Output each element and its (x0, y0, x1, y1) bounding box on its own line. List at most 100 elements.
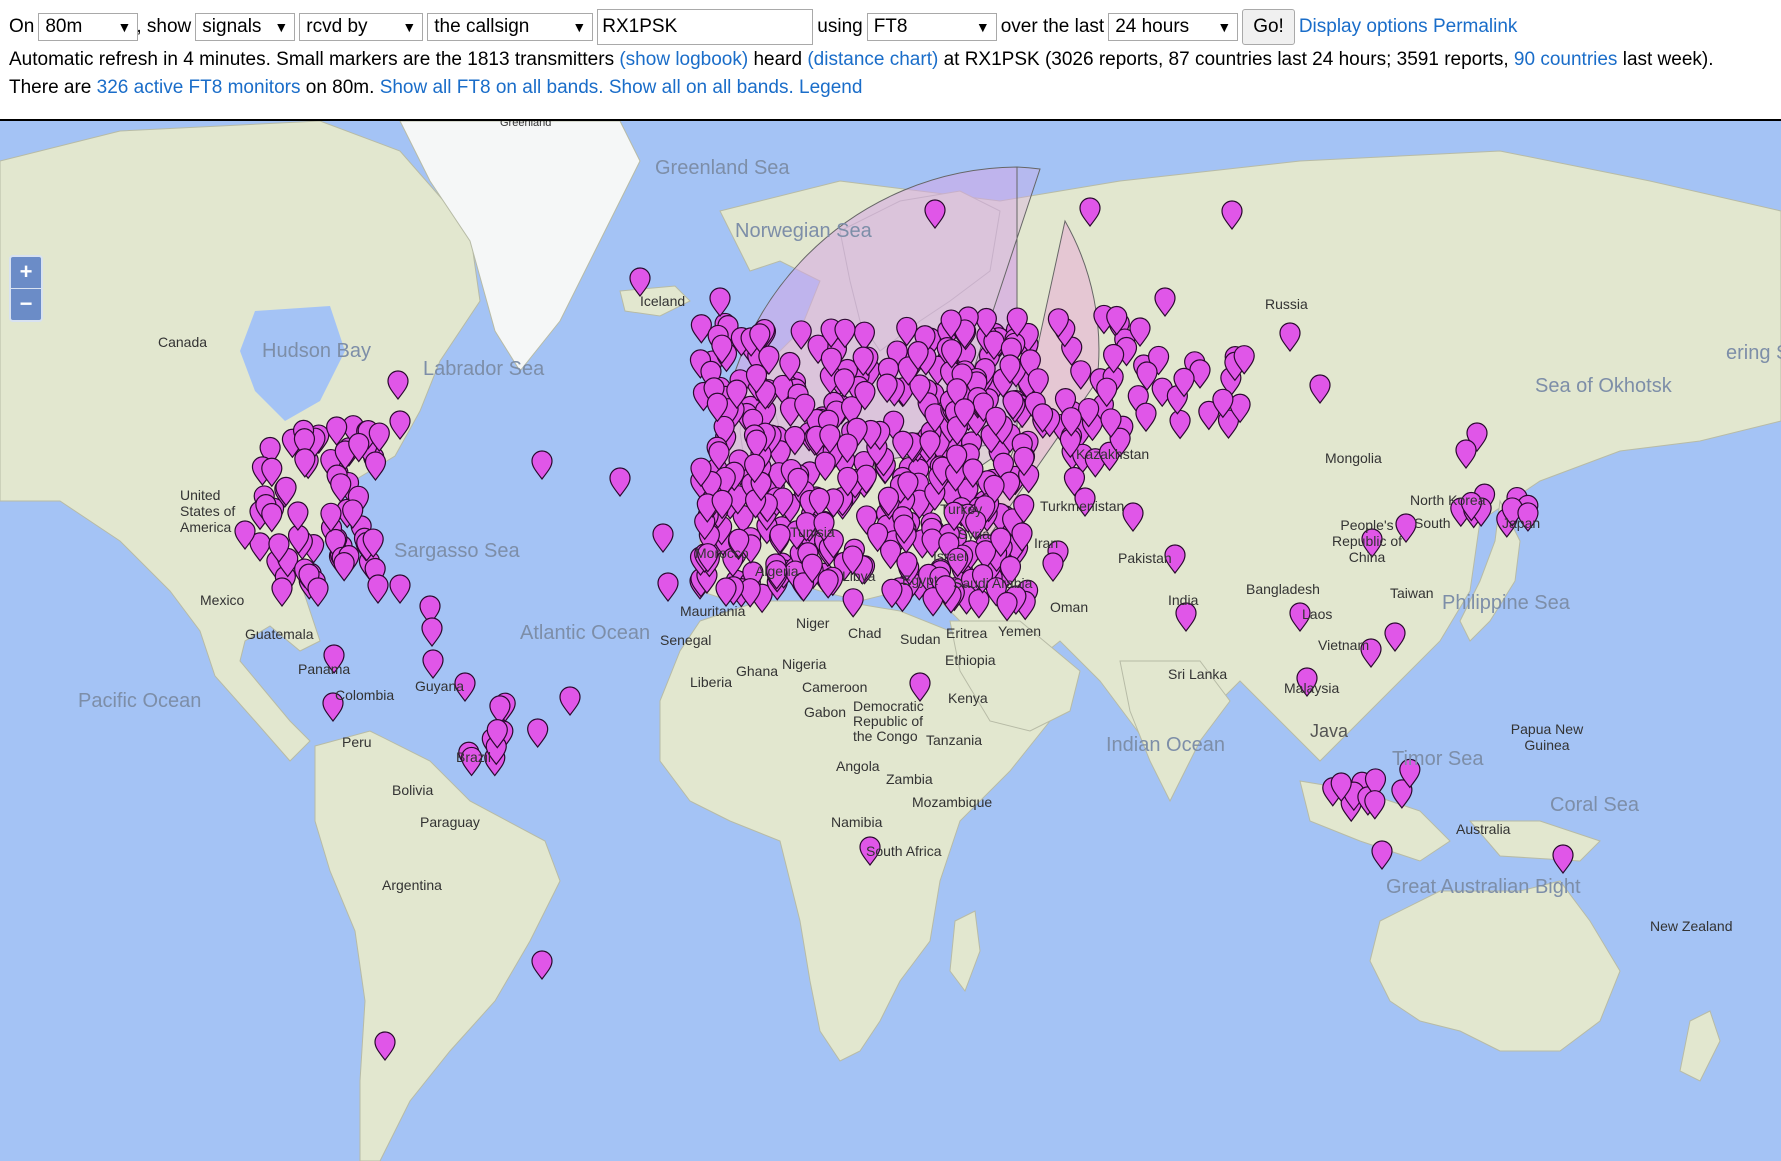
label-paraguay: Paraguay (420, 814, 480, 830)
label-peru: Peru (342, 734, 372, 750)
label-niger: Niger (796, 615, 830, 631)
direction-select[interactable]: rcvd by ▼ (299, 13, 424, 41)
chevron-down-icon: ▼ (572, 19, 587, 35)
band-select[interactable]: 80m ▼ (38, 13, 139, 41)
label-laos: Laos (1302, 606, 1333, 622)
label-india: India (1168, 592, 1199, 608)
label-guatemala: Guatemala (245, 626, 314, 642)
chevron-down-icon: ▼ (117, 19, 132, 35)
label-south-korea: South (1414, 515, 1451, 531)
world-map[interactable]: + − Greenland Sea Norwegian Sea Hudson B… (0, 121, 1781, 1161)
label-mongolia: Mongolia (1325, 450, 1382, 466)
label-syria: Syria (958, 526, 990, 542)
label-hudson-bay: Hudson Bay (262, 340, 371, 362)
label-north-korea: North Korea (1410, 492, 1486, 508)
label-angola: Angola (836, 758, 880, 774)
label-colombia: Colombia (335, 687, 395, 703)
label-nigeria: Nigeria (782, 656, 827, 672)
chevron-down-icon: ▼ (1217, 19, 1232, 35)
label-mexico: Mexico (200, 592, 245, 608)
permalink-link[interactable]: Permalink (1433, 16, 1517, 38)
label-chad: Chad (848, 625, 882, 641)
label-malaysia: Malaysia (1284, 680, 1340, 696)
active-monitors-link[interactable]: 326 active FT8 monitors (97, 77, 301, 98)
status-line: Automatic refresh in 4 minutes. Small ma… (9, 49, 1714, 70)
show-label: , show (136, 16, 192, 37)
chevron-down-icon: ▼ (975, 19, 990, 35)
label-saudi-arabia: Saudi Arabia (953, 575, 1033, 591)
label-iran: Iran (1034, 535, 1059, 551)
label-cameroon: Cameroon (802, 679, 868, 695)
label-yemen: Yemen (998, 623, 1042, 639)
on-label: On (9, 16, 35, 37)
label-oman: Oman (1050, 599, 1089, 615)
show-all-ft8-link[interactable]: Show all FT8 on all bands. (380, 77, 604, 98)
label-canada: Canada (158, 334, 208, 350)
label-gabon: Gabon (804, 704, 847, 720)
show-logbook-link[interactable]: (show logbook) (619, 49, 748, 70)
label-south-africa: South Africa (866, 843, 942, 859)
label-kenya: Kenya (948, 690, 988, 706)
label-bolivia: Bolivia (392, 782, 434, 798)
show-select[interactable]: signals ▼ (195, 13, 296, 41)
label-algeria: Algeria (755, 563, 799, 579)
chevron-down-icon: ▼ (274, 19, 289, 35)
label-sudan: Sudan (900, 631, 941, 647)
zoom-in-button[interactable]: + (11, 257, 41, 289)
using-label: using (817, 16, 863, 37)
label-java: Java (1310, 721, 1349, 741)
legend-link[interactable]: Legend (799, 77, 862, 98)
label-argentina: Argentina (382, 877, 442, 893)
label-turkmenistan: Turkmenistan (1040, 498, 1125, 514)
label-libya: Libya (842, 568, 876, 584)
label-japan: Japan (1502, 515, 1541, 531)
mode-select[interactable]: FT8 ▼ (866, 13, 997, 41)
label-tunisia: Tunisia (790, 524, 835, 540)
display-options-link[interactable]: Display options (1299, 16, 1428, 38)
label-drc: Democratic Republic of the Congo (853, 698, 924, 744)
callsign-input[interactable]: RX1PSK (597, 9, 814, 45)
info-line: There are 326 active FT8 monitors on 80m… (9, 77, 863, 98)
target-select[interactable]: the callsign ▼ (427, 13, 594, 41)
label-papua-new-guinea: Papua New Guinea (1510, 721, 1584, 753)
zoom-out-button[interactable]: − (11, 289, 41, 320)
label-eritrea: Eritrea (946, 625, 988, 641)
label-zambia: Zambia (886, 771, 933, 787)
label-great-australian-bight: Great Australian Bight (1386, 876, 1581, 898)
control-bar: On 80m ▼ , show signals ▼ rcvd by ▼ the cal… (0, 0, 1781, 120)
over-label: over the last (1000, 16, 1105, 37)
label-china: People's Republic of China (1331, 517, 1403, 565)
label-indian-ocean: Indian Ocean (1106, 734, 1225, 756)
label-taiwan: Taiwan (1390, 585, 1434, 601)
label-tanzania: Tanzania (926, 732, 983, 748)
query-form: On 80m ▼ , show signals ▼ rcvd by ▼ the cal… (9, 9, 1517, 45)
label-guyana: Guyana (415, 678, 465, 694)
label-ethiopia: Ethiopia (945, 652, 996, 668)
label-brazil: Brazil (456, 749, 492, 765)
label-bering-sea: ering S (1726, 342, 1781, 364)
go-button[interactable]: Go! (1242, 9, 1295, 45)
label-labrador-sea: Labrador Sea (423, 358, 545, 380)
distance-chart-link[interactable]: (distance chart) (807, 49, 938, 70)
label-mozambique: Mozambique (912, 794, 993, 810)
label-morocco: Morocco (695, 545, 749, 561)
label-sea-of-okhotsk: Sea of Okhotsk (1535, 375, 1672, 397)
label-namibia: Namibia (831, 814, 883, 830)
label-coral-sea: Coral Sea (1550, 794, 1639, 816)
label-liberia: Liberia (690, 674, 733, 690)
label-senegal: Senegal (660, 632, 712, 648)
label-russia: Russia (1265, 296, 1308, 312)
countries-link[interactable]: 90 countries (1514, 49, 1618, 70)
label-sargasso-sea: Sargasso Sea (394, 540, 520, 562)
label-iceland: Iceland (640, 293, 686, 309)
label-usa: United States of America (180, 487, 236, 535)
period-select[interactable]: 24 hours ▼ (1108, 13, 1239, 41)
label-pakistan: Pakistan (1118, 550, 1172, 566)
label-timor-sea: Timor Sea (1392, 748, 1484, 770)
zoom-control[interactable]: + − (9, 255, 43, 322)
show-all-bands-link[interactable]: Show all on all bands. (609, 77, 794, 98)
chevron-down-icon: ▼ (402, 19, 417, 35)
label-mauritania: Mauritania (680, 603, 746, 619)
label-bangladesh: Bangladesh (1246, 581, 1320, 597)
label-new-zealand: New Zealand (1650, 918, 1733, 934)
